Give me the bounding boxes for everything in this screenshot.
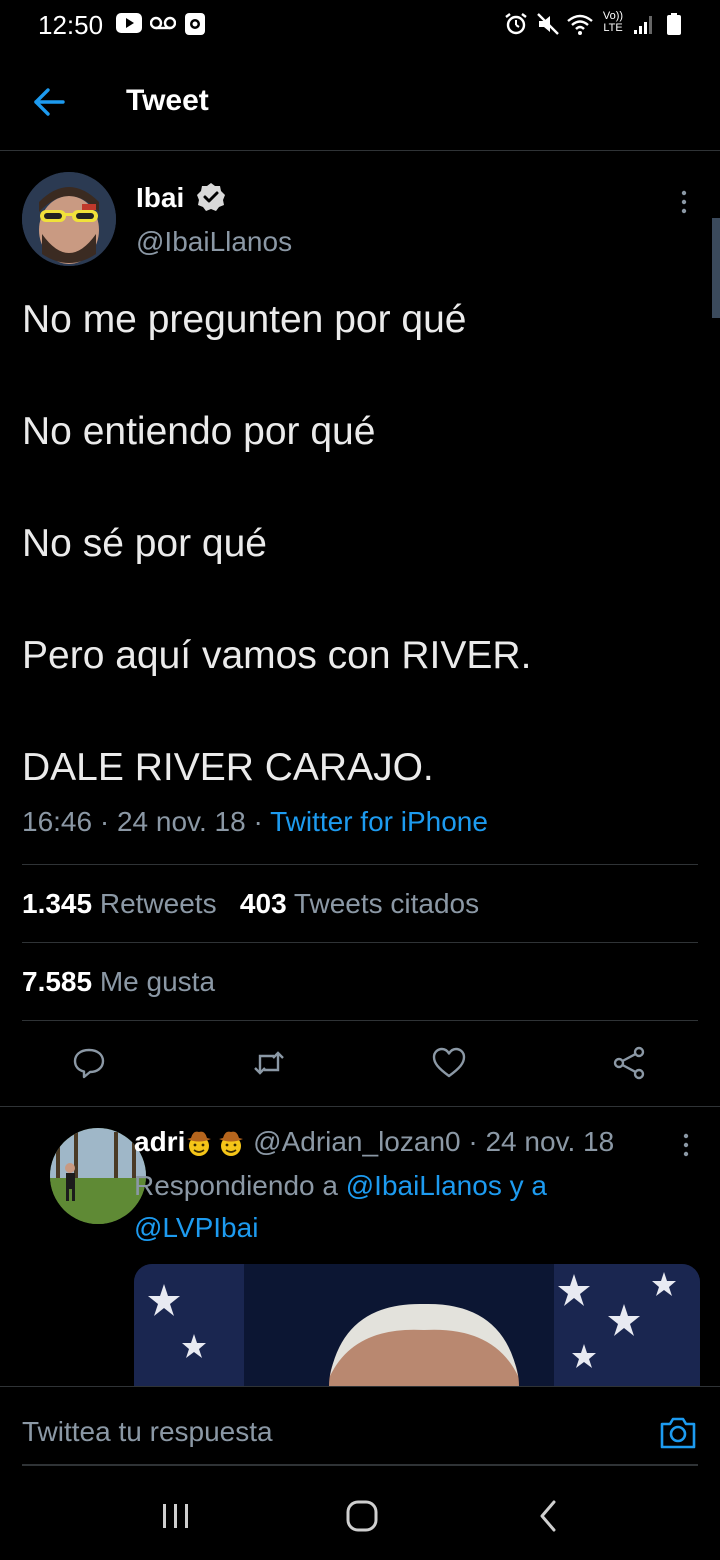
alarm-icon (504, 12, 528, 36)
retweets-link[interactable]: 1.345 Retweets (22, 888, 217, 919)
more-options-button[interactable] (674, 188, 694, 216)
heart-icon (432, 1047, 466, 1078)
section-divider (0, 1106, 720, 1107)
battery-icon (666, 12, 682, 36)
replying-to: Respondiendo a @IbaiLlanos y a (134, 1170, 547, 1202)
tweet-text-line: No entiendo por qué (22, 410, 376, 453)
reply-avatar[interactable] (50, 1128, 146, 1224)
like-button[interactable] (432, 1046, 466, 1080)
cowboy-emoji-icon (187, 1131, 212, 1156)
retweets-label: Retweets (99, 888, 217, 919)
tweet-text-line: No me pregunten por qué (22, 298, 467, 341)
likes-link[interactable]: 7.585 Me gusta (22, 966, 215, 998)
retweet-button[interactable] (252, 1046, 286, 1080)
more-vertical-icon (681, 190, 687, 214)
divider (22, 1020, 698, 1021)
cowboy-emoji-icon (219, 1131, 244, 1156)
quotes-label: Tweets citados (293, 888, 480, 919)
home-button[interactable] (344, 1498, 380, 1534)
quotes-link[interactable]: 403 Tweets citados (240, 888, 479, 919)
reply-more-options-button[interactable] (678, 1132, 694, 1158)
replying-to-link[interactable]: @IbaiLlanos y a (346, 1170, 547, 1201)
wifi-icon (566, 12, 594, 36)
reply-date: 24 nov. 18 (485, 1126, 615, 1157)
reply-handle[interactable]: @Adrian_lozan0 (253, 1126, 460, 1157)
back-button[interactable] (32, 86, 66, 118)
tweet-text-line: Pero aquí vamos con RIVER. (22, 634, 532, 677)
reply-button[interactable] (72, 1046, 106, 1080)
replying-to-link[interactable]: @LVPIbai (134, 1212, 258, 1244)
camera-button[interactable] (658, 1414, 698, 1452)
tweet-text-line: DALE RIVER CARAJO. (22, 746, 434, 789)
quotes-count: 403 (239, 888, 287, 919)
voicemail-icon (150, 16, 176, 30)
chevron-left-icon (540, 1500, 556, 1532)
tweet-date: 24 nov. 18 (116, 806, 246, 837)
author-name[interactable]: Ibai (136, 182, 184, 214)
reply-author-name[interactable]: adri (134, 1126, 185, 1157)
retweet-stats: 1.345 Retweets 403 Tweets citados (22, 888, 479, 920)
share-icon (613, 1046, 645, 1080)
tweet-time: 16:46 (22, 806, 93, 837)
header-bar: Tweet (0, 50, 720, 151)
reply-icon (73, 1048, 105, 1079)
share-button[interactable] (612, 1046, 646, 1080)
app-notification-icon (184, 12, 206, 36)
tweet-source-link[interactable]: Twitter for iPhone (270, 806, 488, 837)
home-icon (346, 1500, 378, 1532)
reply-input[interactable]: Twittea tu respuesta (22, 1416, 273, 1448)
tweet-meta: 16:46 · 24 nov. 18 · Twitter for iPhone (22, 806, 488, 837)
system-back-button[interactable] (534, 1498, 562, 1534)
replying-prefix: Respondiendo a (134, 1170, 338, 1201)
page-title: Tweet (126, 84, 209, 117)
divider (22, 942, 698, 943)
system-nav-bar (0, 1466, 720, 1560)
status-bar: 12:50 Vo)) LTE (0, 0, 720, 50)
scrollbar[interactable] (712, 218, 720, 318)
author-handle[interactable]: @IbaiLlanos (136, 226, 292, 258)
author-avatar[interactable] (22, 172, 116, 266)
more-vertical-icon (683, 1133, 689, 1157)
lte-label: Vo)) LTE (602, 10, 624, 34)
verified-badge-icon (196, 182, 226, 212)
retweets-count: 1.345 (22, 888, 93, 919)
recent-apps-button[interactable] (160, 1502, 192, 1530)
camera-icon (660, 1417, 696, 1449)
reply-header: adri @Adrian_lozan0 · 24 nov. 18 (134, 1126, 615, 1157)
youtube-icon (116, 12, 142, 34)
recent-apps-icon (163, 1504, 188, 1528)
likes-count: 7.585 (22, 966, 93, 997)
likes-label: Me gusta (99, 966, 216, 997)
tweet-text-line: No sé por qué (22, 522, 267, 565)
divider (22, 864, 698, 865)
signal-icon (632, 12, 656, 36)
reply-media-image[interactable] (134, 1264, 700, 1386)
retweet-icon (254, 1051, 284, 1075)
mute-icon (536, 12, 560, 36)
back-arrow-icon (34, 88, 65, 116)
status-time: 12:50 (38, 10, 104, 40)
